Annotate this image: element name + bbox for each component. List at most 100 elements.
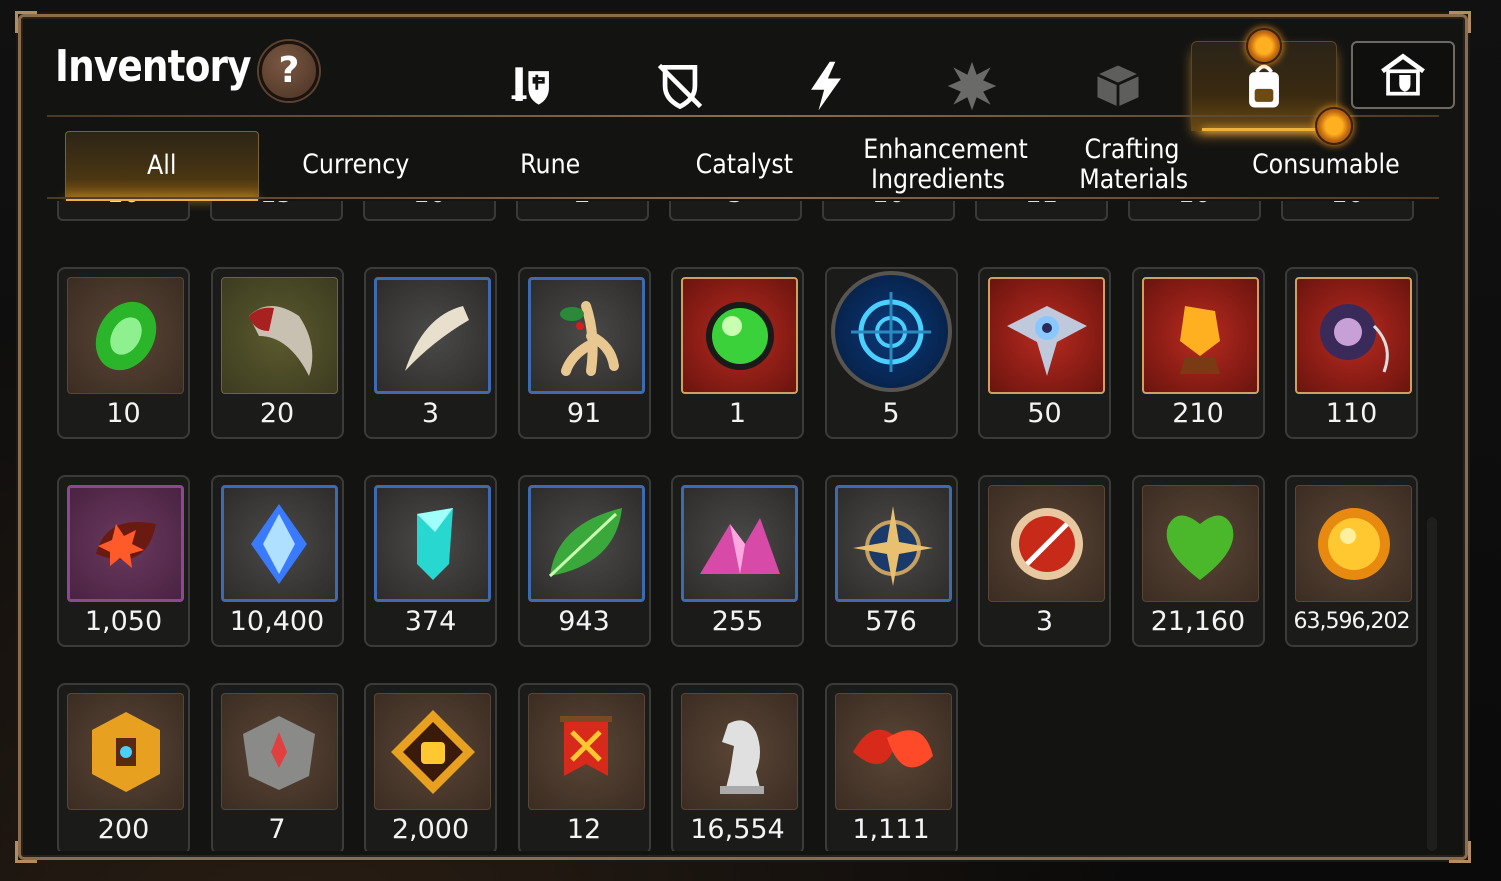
item-slot[interactable]: 1,111 (824, 683, 958, 851)
item-icon-frame (67, 485, 184, 602)
item-slot[interactable]: 110 (1285, 267, 1418, 439)
item-slot[interactable]: 200 (57, 683, 190, 851)
item-count: 91 (566, 398, 602, 429)
category-tabs (461, 28, 1455, 131)
scrollbar[interactable] (1427, 517, 1437, 851)
green-heart-icon (1166, 514, 1234, 580)
item-slot[interactable]: 2,000 (364, 683, 497, 851)
tab-box[interactable] (1045, 41, 1191, 131)
ring-amulet-icon (1319, 303, 1389, 373)
blue-diamond-icon (251, 503, 307, 584)
tab-guild[interactable] (1351, 41, 1455, 109)
war-banner-icon (560, 715, 612, 776)
item-icon-frame (527, 693, 645, 810)
fang-icon (404, 305, 469, 371)
item-count: 12 (566, 814, 602, 845)
item-slot-partial[interactable]: 10 (1128, 201, 1261, 221)
item-slot[interactable]: 10 (57, 267, 190, 439)
tab-gear[interactable] (461, 41, 607, 131)
tab-no-armor[interactable] (607, 41, 753, 131)
gold-sun-coin-icon (1317, 507, 1390, 580)
item-count: 50 (1027, 398, 1062, 429)
tab-inventory[interactable] (1191, 28, 1337, 131)
item-slot[interactable]: 1 (671, 267, 804, 439)
item-slot[interactable]: 210 (1131, 267, 1265, 439)
item-slot-partial[interactable]: 15 (210, 201, 343, 221)
splash-emblem-icon (947, 61, 997, 111)
item-icon-frame (988, 485, 1105, 602)
red-leaves-icon (853, 729, 933, 768)
item-slot[interactable]: 7 (210, 683, 344, 851)
tab-consumable[interactable]: Consumable (1229, 107, 1423, 199)
tab-enhancement-ingredients[interactable]: Enhancement Ingredients (841, 131, 1035, 199)
item-count: 1 (728, 398, 747, 429)
partial-item-row: 10 15 10 2 3 10 11 10 10 (57, 201, 1414, 221)
item-count: 10 (59, 201, 188, 209)
help-button[interactable]: ? (259, 41, 319, 101)
item-icon-frame (374, 485, 491, 602)
item-slot[interactable]: 5 (824, 267, 958, 439)
item-slot-partial[interactable]: 10 (57, 201, 190, 221)
item-slot-partial[interactable]: 10 (363, 201, 496, 221)
page-title: Inventory (55, 41, 252, 92)
item-icon-frame (681, 485, 798, 602)
tab-skill[interactable] (753, 41, 899, 131)
item-slot[interactable]: 576 (824, 475, 958, 647)
item-count: 210 (1172, 398, 1224, 429)
notification-badge (1315, 107, 1353, 145)
item-slot-partial[interactable]: 10 (822, 201, 955, 221)
item-slot[interactable]: 1,050 (57, 475, 190, 647)
cube-icon (1096, 65, 1140, 107)
tab-crafting-materials[interactable]: Crafting Materials (1035, 131, 1229, 199)
item-slot-partial[interactable]: 10 (1281, 201, 1414, 221)
item-grid-viewport[interactable]: 1015102310111010 102039115502101101,0501… (57, 201, 1437, 851)
item-slot[interactable]: 374 (364, 475, 497, 647)
item-icon-frame (1295, 485, 1412, 602)
inventory-panel: Inventory ? All Currency Rune Catalyst E… (15, 11, 1471, 863)
item-slot[interactable]: 3 (364, 267, 497, 439)
tab-catalyst[interactable]: Catalyst (647, 131, 841, 199)
item-count: 255 (711, 606, 764, 637)
item-count: 11 (977, 201, 1106, 209)
item-count: 10 (1283, 201, 1412, 209)
item-slot[interactable]: 50 (978, 267, 1111, 439)
item-count: 20 (259, 398, 295, 429)
item-slot[interactable]: 21,160 (1131, 475, 1265, 647)
item-slot-partial[interactable]: 11 (975, 201, 1108, 221)
tab-currency[interactable]: Currency (259, 131, 453, 199)
item-slot[interactable]: 10,400 (210, 475, 344, 647)
stone-cube-icon (243, 715, 315, 790)
tab-rune[interactable]: Rune (453, 131, 647, 199)
item-count: 16,554 (690, 814, 785, 845)
item-slot[interactable]: 91 (517, 267, 651, 439)
item-slot[interactable]: 255 (671, 475, 804, 647)
gold-emblem-icon (91, 711, 160, 792)
item-count: 576 (865, 606, 917, 637)
item-count: 943 (558, 606, 610, 637)
item-icon-frame (67, 277, 184, 394)
item-slot-partial[interactable]: 3 (669, 201, 802, 221)
item-icon-frame (1141, 485, 1259, 602)
item-count: 2 (518, 201, 647, 209)
item-slot[interactable]: 16,554 (671, 683, 804, 851)
item-slot[interactable]: 12 (517, 683, 651, 851)
tab-all[interactable]: All (65, 131, 259, 201)
gear-knight-icon (511, 67, 549, 105)
lightning-icon (811, 61, 841, 111)
item-count: 15 (212, 201, 341, 209)
item-icon-frame (988, 277, 1105, 394)
item-slot-partial[interactable]: 2 (516, 201, 649, 221)
item-slot[interactable]: 20 (210, 267, 344, 439)
item-icon-frame (527, 485, 645, 602)
item-slot[interactable]: 63,596,202 (1285, 475, 1418, 647)
guild-house-icon (1381, 53, 1425, 96)
item-icon-frame (220, 277, 338, 394)
teal-crystal-icon (416, 507, 453, 580)
frame-corner (1449, 841, 1471, 863)
item-icon-frame (374, 277, 491, 394)
red-seal-icon (1010, 507, 1083, 580)
item-slot[interactable]: 943 (517, 475, 651, 647)
item-icon-frame (220, 485, 338, 602)
tab-emblem[interactable] (899, 41, 1045, 131)
item-slot[interactable]: 3 (978, 475, 1111, 647)
